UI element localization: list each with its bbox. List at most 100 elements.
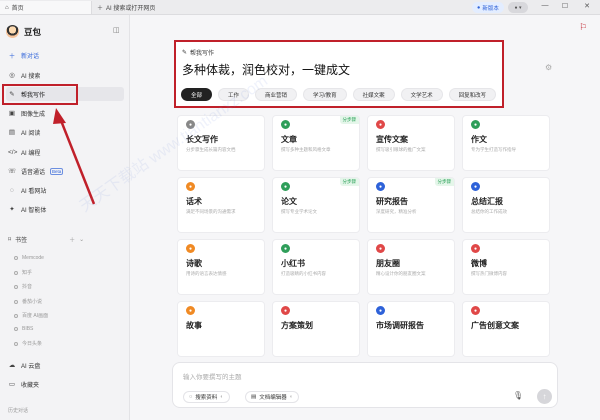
sidebar-item-coding[interactable]: </> AI 编程: [6, 145, 124, 159]
chip-education[interactable]: 学习/教育: [303, 88, 347, 101]
bookmark-label: 今日头条: [22, 341, 43, 347]
sidebar-item-ai-search[interactable]: ◎ AI 搜索: [6, 68, 124, 82]
writing-card[interactable]: ● 诗歌 用诗的语言表达情感: [177, 239, 265, 295]
card-icon: ●: [376, 306, 385, 315]
history-header[interactable]: 历史对话: [8, 407, 28, 414]
bookmark-item[interactable]: 今日头条: [14, 340, 42, 347]
settings-icon[interactable]: ⚙: [545, 63, 552, 72]
bookmark-item[interactable]: 百度 AI画面: [14, 312, 48, 319]
writing-card[interactable]: ● 市场调研报告: [367, 301, 455, 357]
step-badge: 分步骤: [339, 178, 359, 186]
card-description: 撰写多种主题和风格文章: [281, 147, 331, 152]
doc-editor-button[interactable]: ▤ 文档编辑器 ◐: [245, 391, 300, 403]
plus-icon[interactable]: ＋: [69, 235, 75, 244]
writing-card[interactable]: ● 长文写作 分步骤生成长篇内容文档: [177, 115, 265, 171]
notification-icon[interactable]: ⚐: [579, 22, 587, 33]
chevron-down-icon[interactable]: ⌄: [79, 236, 84, 243]
chip-literature[interactable]: 文学艺术: [400, 88, 443, 101]
bookmark-dot-icon: [14, 341, 18, 346]
writing-card[interactable]: ● 宣传文案 撰写吸引眼球的推广文案: [367, 115, 455, 171]
pen-icon: ✎: [182, 50, 188, 56]
chip-social[interactable]: 社媒文案: [352, 88, 395, 101]
writing-card[interactable]: ● 论文 撰写专业学术论文 分步骤: [272, 177, 360, 233]
bookmark-label: Memcode: [22, 255, 44, 261]
arrow-up-icon: ↑: [542, 392, 547, 401]
writing-card[interactable]: ● 故事: [177, 301, 265, 357]
tab-home[interactable]: ⌂ 首页: [0, 1, 92, 14]
step-badge: 分步骤: [434, 178, 454, 186]
writing-small-title: ✎ 帮我写作: [182, 48, 214, 57]
sidebar-item-website[interactable]: ◌ AI 看网站: [6, 183, 124, 197]
app-window: ⌂ 首页 ＋ AI 搜索或打开网页 ● 新版本 ● ▾ — ☐ ✕ 豆包 ◫ ＋…: [0, 0, 600, 420]
minimize-button[interactable]: —: [540, 2, 550, 9]
card-title: 小红书: [281, 259, 305, 268]
tab-new[interactable]: ＋ AI 搜索或打开网页: [92, 1, 212, 14]
sidebar-item-voice[interactable]: ☏ 语音通话 Beta: [6, 164, 124, 178]
avatar[interactable]: ● ▾: [508, 2, 528, 13]
send-button[interactable]: ↑: [537, 389, 552, 404]
writing-label: 帮我写作: [190, 51, 215, 57]
chip-rewrite[interactable]: 回复和改写: [448, 88, 497, 101]
bookmark-item[interactable]: 番茄小说: [14, 298, 42, 305]
sidebar-item-cloud[interactable]: ☁ AI 云盘: [6, 358, 124, 372]
card-title: 研究报告: [376, 197, 408, 206]
card-icon: ●: [376, 244, 385, 253]
writing-card[interactable]: ● 小红书 打造吸睛的小红书内容: [272, 239, 360, 295]
upgrade-badge[interactable]: ● 新版本: [472, 2, 504, 13]
phone-icon: ☏: [8, 168, 17, 175]
card-description: 满足不同场景的沟通需求: [186, 209, 236, 214]
bookmarks-title: 书签: [15, 238, 28, 244]
tab-home-label: 首页: [11, 6, 24, 12]
microphone-icon[interactable]: 🎙: [513, 391, 523, 400]
card-title: 宣传文案: [376, 135, 408, 144]
writing-card[interactable]: ● 朋友圈 精心设计你的朋友圈文案: [367, 239, 455, 295]
card-title: 广告创意文案: [471, 321, 519, 330]
doc-editor-label: 文档编辑器: [259, 395, 287, 401]
bookmark-item[interactable]: Memcode: [14, 255, 44, 261]
writing-card[interactable]: ● 方案策划: [272, 301, 360, 357]
globe-icon: ◌: [189, 394, 193, 400]
close-button[interactable]: ✕: [582, 2, 592, 10]
card-description: 撰写专业学术论文: [281, 209, 317, 214]
maximize-button[interactable]: ☐: [560, 2, 570, 10]
category-chips: 全部 工作 商业营销 学习/教育 社媒文案 文学艺术 回复和改写: [181, 88, 497, 101]
sidebar-item-favorites[interactable]: ▭ 收藏夹: [6, 377, 124, 391]
writing-card[interactable]: ● 研究报告 深度研究，精准分析 分步骤: [367, 177, 455, 233]
composer-placeholder[interactable]: 输入你要撰写的主题: [183, 371, 242, 381]
writing-header-card: ✎ 帮我写作 多种体裁，润色校对，一键成文 全部 工作 商业营销 学习/教育 社…: [174, 40, 504, 108]
sidebar-collapse-icon[interactable]: ◫: [113, 26, 120, 34]
bookmarks-header[interactable]: ⌑ 书签 ＋ ⌄: [8, 235, 84, 244]
sidebar-item-image[interactable]: ▣ 图像生成: [6, 106, 124, 120]
sidebar-item-label: 收藏夹: [21, 382, 40, 389]
card-description: 总结你的工作成效: [471, 209, 507, 214]
bookmark-item[interactable]: BIBS: [14, 326, 33, 332]
card-title: 市场调研报告: [376, 321, 424, 330]
card-title: 长文写作: [186, 135, 218, 144]
bookmark-label: 百度 AI画面: [22, 313, 49, 319]
card-icon: ●: [281, 244, 290, 253]
writing-card[interactable]: ● 作文 专为学生打造写作指导: [462, 115, 550, 171]
sidebar-item-agents[interactable]: ✦ AI 智能体: [6, 202, 124, 216]
chip-marketing[interactable]: 商业营销: [255, 88, 298, 101]
writing-headline: 多种体裁，润色校对，一键成文: [182, 63, 351, 77]
bookmark-item[interactable]: 知乎: [14, 269, 32, 276]
sidebar-item-new-chat[interactable]: ＋ 新对话: [6, 48, 124, 62]
card-icon: ●: [376, 120, 385, 129]
bookmark-dot-icon: [14, 327, 18, 331]
card-icon: ●: [186, 244, 195, 253]
sidebar-item-reading[interactable]: ▤ AI 阅读: [6, 125, 124, 139]
card-description: 用诗的语言表达情感: [186, 271, 227, 276]
chip-all[interactable]: 全部: [181, 88, 213, 101]
search-toggle-button[interactable]: ◌ 搜索资料 ◐: [183, 391, 230, 403]
bookmark-item[interactable]: 抖音: [14, 283, 32, 290]
chip-work[interactable]: 工作: [218, 88, 250, 101]
writing-card[interactable]: ● 文章 撰写多种主题和风格文章 分步骤: [272, 115, 360, 171]
writing-card[interactable]: ● 广告创意文案: [462, 301, 550, 357]
composer[interactable]: 输入你要撰写的主题 ◌ 搜索资料 ◐ ▤ 文档编辑器 ◐ 🎙 ↑: [172, 362, 558, 408]
writing-card[interactable]: ● 总结汇报 总结你的工作成效: [462, 177, 550, 233]
card-icon: ●: [471, 306, 480, 315]
card-icon: ●: [471, 182, 480, 191]
writing-card[interactable]: ● 话术 满足不同场景的沟通需求: [177, 177, 265, 233]
writing-card[interactable]: ● 微博 撰写热门微博内容: [462, 239, 550, 295]
image-icon: ▣: [8, 110, 16, 117]
